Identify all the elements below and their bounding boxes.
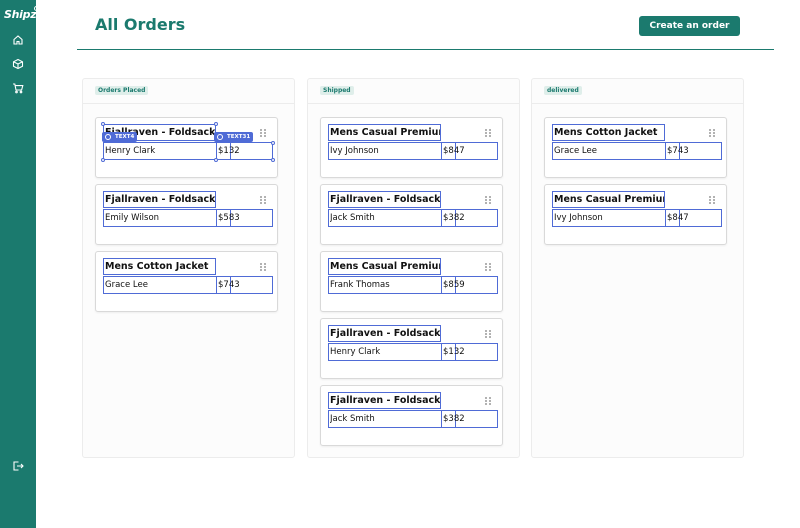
- editor-tag-text4[interactable]: TEXT4: [102, 132, 138, 142]
- order-card[interactable]: Fjallraven - Foldsack No.Henry Clark$132…: [95, 117, 278, 178]
- order-card[interactable]: Mens Cotton Jacket Grace Lee $743: [95, 251, 278, 312]
- customer-name[interactable]: Frank Thomas: [330, 279, 440, 291]
- card-title[interactable]: Fjallraven - Foldsack No.: [328, 392, 441, 409]
- card-details: Ivy Johnson $847: [552, 209, 722, 227]
- sidebar: Shipz: [0, 0, 40, 528]
- drag-handle-icon[interactable]: [260, 196, 266, 204]
- order-price[interactable]: $382: [441, 210, 465, 226]
- order-price[interactable]: $382: [441, 411, 465, 427]
- column-label: Shipped: [320, 86, 354, 95]
- create-order-button[interactable]: Create an order: [639, 16, 740, 36]
- customer-name[interactable]: Grace Lee: [105, 279, 215, 291]
- order-price[interactable]: $847: [665, 210, 689, 226]
- order-price[interactable]: $132: [441, 344, 465, 360]
- card-title[interactable]: Mens Casual Premium Sl: [552, 191, 665, 208]
- card-details: Henry Clark $132: [103, 142, 273, 160]
- logout-icon[interactable]: [12, 460, 24, 472]
- card-details: Henry Clark $132: [328, 343, 498, 361]
- app-logo: Shipz: [4, 6, 40, 21]
- card-details: Grace Lee $743: [103, 276, 273, 294]
- drag-handle-icon[interactable]: [709, 129, 715, 137]
- card-details: Emily Wilson $583: [103, 209, 273, 227]
- order-card[interactable]: Mens Casual Premium SlIvy Johnson$847: [320, 117, 503, 178]
- order-card[interactable]: Mens Casual Premium SlFrank Thomas$859: [320, 251, 503, 312]
- card-title[interactable]: Mens Cotton Jacket: [103, 258, 216, 275]
- column-shipped: ShippedMens Casual Premium SlIvy Johnson…: [307, 78, 520, 458]
- order-price[interactable]: $132: [216, 143, 240, 159]
- card-details: Frank Thomas $859: [328, 276, 498, 294]
- home-icon[interactable]: [12, 34, 24, 46]
- column-delivered: delivered Mens Cotton Jacket Grace Lee $743…: [531, 78, 744, 458]
- drag-handle-icon[interactable]: [260, 129, 266, 137]
- customer-name[interactable]: Grace Lee: [554, 145, 664, 157]
- resize-handle[interactable]: [101, 158, 105, 162]
- column-header: Shipped: [308, 79, 519, 104]
- drag-handle-icon[interactable]: [709, 196, 715, 204]
- column-label: delivered: [544, 86, 582, 95]
- column-header: Orders Placed: [83, 79, 294, 104]
- header-divider: [77, 49, 774, 50]
- resize-handle[interactable]: [271, 141, 275, 145]
- order-price[interactable]: $583: [216, 210, 240, 226]
- column-header: delivered: [532, 79, 743, 104]
- drag-handle-icon[interactable]: [485, 196, 491, 204]
- column-orders-placed: Orders PlacedFjallraven - Foldsack No.He…: [82, 78, 295, 458]
- resize-handle[interactable]: [214, 122, 218, 126]
- order-card[interactable]: Mens Cotton Jacket Grace Lee $743: [544, 117, 727, 178]
- drag-handle-icon[interactable]: [260, 263, 266, 271]
- drag-handle-icon[interactable]: [485, 330, 491, 338]
- order-price[interactable]: $743: [665, 143, 689, 159]
- editor-tag-text31[interactable]: TEXT31: [214, 132, 254, 142]
- order-price[interactable]: $859: [441, 277, 465, 293]
- card-title[interactable]: Fjallraven - Foldsack No.: [103, 191, 216, 208]
- drag-handle-icon[interactable]: [485, 129, 491, 137]
- cart-icon[interactable]: [12, 82, 24, 94]
- order-card[interactable]: Fjallraven - Foldsack No.Emily Wilson$58…: [95, 184, 278, 245]
- card-details: Jack Smith $382: [328, 209, 498, 227]
- card-title[interactable]: Fjallraven - Foldsack No.: [328, 325, 441, 342]
- order-card[interactable]: Fjallraven - Foldsack No.Henry Clark$132: [320, 318, 503, 379]
- card-details: Grace Lee $743: [552, 142, 722, 160]
- order-card[interactable]: Mens Casual Premium SlIvy Johnson$847: [544, 184, 727, 245]
- card-details: Ivy Johnson $847: [328, 142, 498, 160]
- resize-handle[interactable]: [101, 122, 105, 126]
- resize-handle[interactable]: [214, 158, 218, 162]
- order-card[interactable]: Fjallraven - Foldsack No.Jack Smith$382: [320, 184, 503, 245]
- order-card[interactable]: Fjallraven - Foldsack No.Jack Smith$382: [320, 385, 503, 446]
- customer-name[interactable]: Ivy Johnson: [554, 212, 664, 224]
- customer-name[interactable]: Henry Clark: [105, 145, 215, 157]
- customer-name[interactable]: Ivy Johnson: [330, 145, 440, 157]
- customer-name[interactable]: Henry Clark: [330, 346, 440, 358]
- page-title: All Orders: [95, 15, 186, 34]
- column-label: Orders Placed: [95, 86, 149, 95]
- card-title[interactable]: Fjallraven - Foldsack No.: [328, 191, 441, 208]
- drag-handle-icon[interactable]: [485, 263, 491, 271]
- card-title[interactable]: Mens Casual Premium Sl: [328, 124, 441, 141]
- card-title[interactable]: Mens Casual Premium Sl: [328, 258, 441, 275]
- drag-handle-icon[interactable]: [485, 397, 491, 405]
- customer-name[interactable]: Jack Smith: [330, 413, 440, 425]
- card-title[interactable]: Mens Cotton Jacket: [552, 124, 665, 141]
- resize-handle[interactable]: [271, 158, 275, 162]
- box-icon[interactable]: [12, 58, 24, 70]
- order-price[interactable]: $847: [441, 143, 465, 159]
- card-details: Jack Smith $382: [328, 410, 498, 428]
- logo-mark: [34, 6, 40, 11]
- order-price[interactable]: $743: [216, 277, 240, 293]
- customer-name[interactable]: Emily Wilson: [105, 212, 215, 224]
- customer-name[interactable]: Jack Smith: [330, 212, 440, 224]
